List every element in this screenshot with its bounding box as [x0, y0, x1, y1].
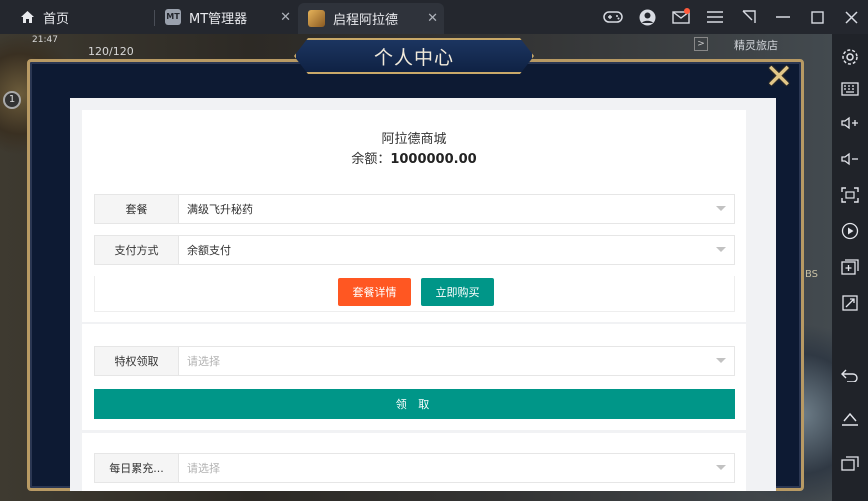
close-icon[interactable] [834, 0, 868, 34]
tab-divider [154, 10, 155, 26]
tab-close-icon[interactable]: ✕ [280, 10, 291, 25]
dialog-close-icon[interactable]: ✕ [762, 60, 796, 96]
daily-recharge-card: 每日累充... 请选择 [82, 433, 746, 491]
tab-game-label: 启程阿拉德 [333, 13, 399, 28]
dialog-content: 阿拉德商城 余额：1000000.00 套餐 满级飞升秘药 支付方式 余额支付 … [70, 98, 776, 491]
home-icon [20, 10, 35, 24]
account-icon[interactable] [630, 0, 664, 34]
tab-close-icon[interactable]: ✕ [427, 11, 438, 26]
payment-row: 支付方式 余额支付 [94, 235, 735, 265]
package-details-button[interactable]: 套餐详情 [338, 278, 411, 306]
balance-value: 1000000.00 [390, 152, 477, 167]
keyboard-icon[interactable] [832, 74, 868, 104]
settings-icon[interactable] [832, 42, 868, 72]
hud-clock: 21:47 [32, 35, 58, 45]
home-icon[interactable] [832, 404, 868, 434]
dialog-title: 个人中心 [294, 38, 534, 74]
mail-icon[interactable] [664, 0, 698, 34]
tab-mt-manager[interactable]: MT MT管理器 ✕ [157, 0, 297, 34]
payment-select[interactable]: 余额支付 [179, 236, 734, 264]
chevron-down-icon [716, 247, 726, 252]
balance-label: 余额： [351, 152, 391, 167]
daily-recharge-placeholder: 请选择 [187, 462, 220, 475]
back-icon[interactable] [832, 360, 868, 390]
package-select[interactable]: 满级飞升秘药 [179, 195, 734, 223]
package-value: 满级飞升秘药 [187, 203, 253, 216]
privilege-label: 特权领取 [95, 347, 179, 375]
game-app-icon [308, 10, 325, 27]
tab-mt-label: MT管理器 [189, 11, 248, 27]
mt-manager-icon: MT [165, 9, 181, 25]
hud-level-badge[interactable]: 1 [3, 91, 21, 109]
chevron-down-icon [716, 465, 726, 470]
popout-icon[interactable] [732, 0, 766, 34]
buy-now-button[interactable]: 立即购买 [421, 278, 494, 306]
volume-down-icon[interactable] [832, 144, 868, 174]
resize-icon[interactable] [832, 288, 868, 318]
emulator-sidebar [832, 34, 868, 501]
screenshot-icon[interactable] [832, 180, 868, 210]
shop-card: 阿拉德商城 余额：1000000.00 套餐 满级飞升秘药 支付方式 余额支付 … [82, 110, 746, 322]
record-icon[interactable] [832, 216, 868, 246]
hud-side-text: BS [805, 269, 819, 280]
daily-recharge-row: 每日累充... 请选择 [94, 453, 735, 483]
tab-game[interactable]: 启程阿拉德 ✕ [298, 3, 444, 34]
tab-home-label: 首页 [43, 11, 70, 27]
shop-name: 阿拉德商城 [381, 132, 447, 147]
daily-recharge-label: 每日累充... [95, 454, 179, 482]
window-controls [596, 0, 868, 34]
hud-expand-icon[interactable]: > [694, 37, 708, 51]
balance-line: 余额：1000000.00 [82, 148, 746, 167]
volume-up-icon[interactable] [832, 108, 868, 138]
chevron-down-icon [716, 206, 726, 211]
tab-home[interactable]: 首页 [0, 0, 150, 34]
privilege-select[interactable]: 请选择 [179, 347, 734, 375]
minimize-icon[interactable] [766, 0, 800, 34]
claim-button[interactable]: 领 取 [94, 389, 735, 419]
title-bar: 首页 MT MT管理器 ✕ 启程阿拉德 ✕ [0, 0, 868, 34]
add-app-icon[interactable] [832, 252, 868, 282]
gamepad-icon[interactable] [596, 0, 630, 34]
privilege-placeholder: 请选择 [187, 355, 220, 368]
package-row: 套餐 满级飞升秘药 [94, 194, 735, 224]
menu-icon[interactable] [698, 0, 732, 34]
privilege-card: 特权领取 请选择 领 取 [82, 324, 746, 430]
recent-apps-icon[interactable] [832, 448, 868, 478]
privilege-row: 特权领取 请选择 [94, 346, 735, 376]
maximize-icon[interactable] [800, 0, 834, 34]
package-label: 套餐 [95, 195, 179, 223]
daily-recharge-select[interactable]: 请选择 [179, 454, 734, 482]
payment-label: 支付方式 [95, 236, 179, 264]
chevron-down-icon [716, 358, 726, 363]
notification-dot [684, 8, 690, 14]
hud-location: 精灵旅店 [734, 39, 778, 52]
payment-value: 余额支付 [187, 244, 231, 257]
hud-hp: 120/120 [88, 45, 134, 58]
action-buttons: 套餐详情 立即购买 [94, 276, 735, 312]
